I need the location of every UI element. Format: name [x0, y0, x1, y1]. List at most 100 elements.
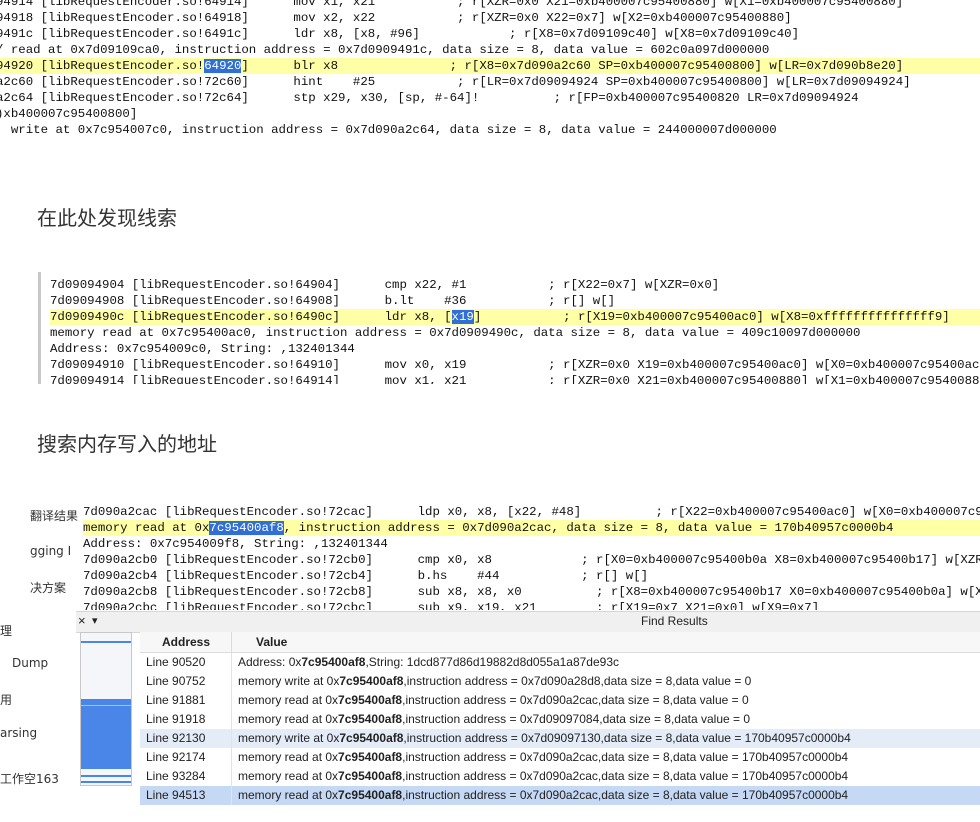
- trace-block-1: 94914 [libRequestEncoder.so!64914] mov x…: [0, 0, 980, 158]
- selected-text[interactable]: 7c95400af8: [209, 521, 284, 535]
- value-prefix: Address: 0x: [238, 655, 302, 669]
- matched-address: 7c95400af8: [339, 731, 404, 745]
- value-suffix: ,instruction address = 0x7d090a2cac,data…: [402, 769, 849, 783]
- sidebar-item[interactable]: gging I: [30, 544, 80, 558]
- trace-line: a2c60 [libRequestEncoder.so!72c60] hint …: [0, 74, 980, 90]
- sidebar-item[interactable]: arsing: [0, 726, 76, 740]
- selected-text[interactable]: 64920: [204, 59, 242, 73]
- row-address: Line 92174: [140, 748, 232, 767]
- trace-lines: 7d090a2cac [libRequestEncoder.so!72cac] …: [83, 504, 980, 610]
- trace-line-text: 7d0909490c [libRequestEncoder.so!6490c] …: [50, 310, 452, 324]
- trace-line-text: / read at 0x7d09109ca0, instruction addr…: [0, 43, 770, 57]
- table-row[interactable]: Line 92174 memory read at 0x7c95400af8,in…: [140, 748, 980, 767]
- trace-line: / read at 0x7d09109ca0, instruction addr…: [0, 42, 980, 58]
- value-suffix: ,String: 1dcd877d86d19882d8d055a1a87de93…: [365, 655, 620, 669]
- row-value: Address: 0x7c95400af8,String: 1dcd877d86…: [232, 653, 619, 672]
- row-value: memory read at 0x7c95400af8,instruction …: [232, 691, 749, 710]
- trace-line-text: ] ; r[X19=0xb400007c95400ac0] w[X8=0xfff…: [473, 310, 950, 324]
- sidebar-item[interactable]: Dump: [12, 656, 72, 670]
- value-prefix: memory read at 0x: [238, 712, 339, 726]
- trace-line-text: memory read at 0x7c95400ac0, instruction…: [50, 326, 861, 340]
- value-suffix: ,instruction address = 0x7d09097130,data…: [403, 731, 851, 745]
- sidebar-item[interactable]: 决方案: [30, 579, 80, 596]
- find-results-title: Find Results: [641, 614, 708, 628]
- value-prefix: memory read at 0x: [238, 750, 339, 764]
- trace-line-text: 94918 [libRequestEncoder.so!64918] mov x…: [0, 11, 792, 25]
- trace-line: 7d090a2cb8 [libRequestEncoder.so!72cb8] …: [83, 584, 980, 600]
- trace-line-text: Address: 0x7c954009f8, String: ,13240134…: [83, 537, 388, 551]
- trace-line-text: 94914 [libRequestEncoder.so!64914] mov x…: [0, 0, 904, 9]
- column-header-value[interactable]: Value: [232, 632, 287, 652]
- chevron-down-icon[interactable]: ▾: [92, 614, 98, 627]
- trace-line-text: 7d09094904 [libRequestEncoder.so!64904] …: [50, 278, 720, 292]
- table-row[interactable]: Line 92130 memory write at 0x7c95400af8,i…: [140, 729, 980, 748]
- annotation-clue-found: 在此处发现线索: [37, 206, 177, 230]
- column-header-address[interactable]: Address: [140, 632, 232, 652]
- matched-address: 7c95400af8: [339, 674, 404, 688]
- trace-line-text: 7d090a2cbc [libRequestEncoder.so!72cbc] …: [83, 601, 820, 610]
- row-address: Line 92130: [140, 729, 232, 748]
- value-suffix: ,instruction address = 0x7d090a2cac,data…: [402, 750, 849, 764]
- table-row[interactable]: Line 94513 memory read at 0x7c95400af8,in…: [140, 786, 980, 805]
- trace-line: 7d0909490c [libRequestEncoder.so!6490c] …: [50, 309, 980, 325]
- table-row[interactable]: Line 91918 memory read at 0x7c95400af8,in…: [140, 710, 980, 729]
- trace-line: 7d09094908 [libRequestEncoder.so!64908] …: [50, 293, 980, 309]
- trace-line-text: 7d09094914 [libRequestEncoder.so!64914] …: [50, 374, 980, 384]
- matched-address: 7c95400af8: [338, 750, 403, 764]
- trace-line-text: , instruction address = 0x7d090a2cac, da…: [283, 521, 894, 535]
- trace-lines: 94914 [libRequestEncoder.so!64914] mov x…: [0, 0, 980, 138]
- trace-line: 7d090a2cbc [libRequestEncoder.so!72cbc] …: [83, 600, 980, 610]
- trace-line-text: 7d090a2cb4 [libRequestEncoder.so!72cb4] …: [83, 569, 649, 583]
- row-address: Line 91918: [140, 710, 232, 729]
- row-address: Line 90520: [140, 653, 232, 672]
- trace-line: 7d09094914 [libRequestEncoder.so!64914] …: [50, 373, 980, 384]
- sidebar-item[interactable]: 翻译结果: [30, 507, 80, 524]
- table-row[interactable]: Line 90752 memory write at 0x7c95400af8,i…: [140, 672, 980, 691]
- close-icon[interactable]: ×: [78, 613, 86, 628]
- trace-line-text: a2c64 [libRequestEncoder.so!72c64] stp x…: [0, 91, 859, 105]
- trace-line-text: 7d090a2cb0 [libRequestEncoder.so!72cb0] …: [83, 553, 980, 567]
- trace-line-text: 7d090a2cb8 [libRequestEncoder.so!72cb8] …: [83, 585, 980, 599]
- trace-lines: 7d09094904 [libRequestEncoder.so!64904] …: [50, 277, 980, 384]
- matched-address: 7c95400af8: [338, 769, 403, 783]
- value-suffix: ,instruction address = 0x7d090a2cac,data…: [402, 788, 849, 802]
- trace-line: 7d090a2cb0 [libRequestEncoder.so!72cb0] …: [83, 552, 980, 568]
- trace-line: memory read at 0x7c95400af8, instruction…: [83, 520, 980, 536]
- trace-block-2: 7d09094904 [libRequestEncoder.so!64904] …: [38, 272, 980, 384]
- trace-line-text: a2c60 [libRequestEncoder.so!72c60] hint …: [0, 75, 911, 89]
- selected-text[interactable]: x19: [451, 310, 474, 324]
- trace-line: 7d09094904 [libRequestEncoder.so!64904] …: [50, 277, 980, 293]
- trace-line: )xb400007c95400800]: [0, 106, 980, 122]
- results-minimap[interactable]: [80, 632, 132, 786]
- row-address: Line 90752: [140, 672, 232, 691]
- trace-line-text: )xb400007c95400800]: [0, 107, 138, 121]
- trace-line-text: 9491c [libRequestEncoder.so!6491c] ldr x…: [0, 27, 800, 41]
- value-prefix: memory read at 0x: [238, 788, 339, 802]
- trace-line: 9491c [libRequestEncoder.so!6491c] ldr x…: [0, 26, 980, 42]
- row-value: memory write at 0x7c95400af8,instruction…: [232, 672, 751, 691]
- find-results-table: Address Value Line 90520 Address: 0x7c954…: [140, 632, 980, 805]
- value-prefix: memory write at 0x: [238, 674, 340, 688]
- trace-line-text: Address: 0x7c954009c0, String: ,13240134…: [50, 342, 355, 356]
- trace-line: a2c64 [libRequestEncoder.so!72c64] stp x…: [0, 90, 980, 106]
- trace-line: 94920 [libRequestEncoder.so!64920] blr x…: [0, 58, 980, 74]
- table-row[interactable]: Line 90520 Address: 0x7c95400af8,String: …: [140, 653, 980, 672]
- sidebar-item[interactable]: 工作空163: [0, 770, 80, 787]
- matched-address: 7c95400af8: [338, 788, 403, 802]
- trace-line: 7d090a2cb4 [libRequestEncoder.so!72cb4] …: [83, 568, 980, 584]
- row-value: memory read at 0x7c95400af8,instruction …: [232, 748, 848, 767]
- trace-line: memory read at 0x7c95400ac0, instruction…: [50, 325, 980, 341]
- matched-address: 7c95400af8: [338, 712, 403, 726]
- matched-address: 7c95400af8: [301, 655, 366, 669]
- table-header: Address Value: [140, 632, 980, 653]
- annotation-search-write-address: 搜索内存写入的地址: [37, 432, 217, 456]
- sidebar-item[interactable]: 理: [0, 622, 50, 639]
- sidebar-item[interactable]: 用: [0, 691, 50, 708]
- trace-block-3: 7d090a2cac [libRequestEncoder.so!72cac] …: [80, 502, 980, 610]
- table-row[interactable]: Line 93284 memory read at 0x7c95400af8,in…: [140, 767, 980, 786]
- row-address: Line 93284: [140, 767, 232, 786]
- trace-line-text: 7d090a2cac [libRequestEncoder.so!72cac] …: [83, 505, 980, 519]
- table-row[interactable]: Line 91881 memory read at 0x7c95400af8,in…: [140, 691, 980, 710]
- trace-line: 7d09094910 [libRequestEncoder.so!64910] …: [50, 357, 980, 373]
- trace-line: write at 0x7c954007c0, instruction addre…: [0, 122, 980, 138]
